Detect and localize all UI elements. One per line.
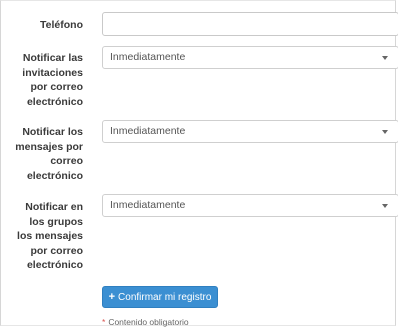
asterisk-icon: *: [102, 317, 106, 327]
notificar-grupos-label: Notificar en los grupos los mensajes por…: [17, 201, 83, 271]
plus-icon: +: [108, 291, 116, 303]
notificar-invitaciones-label: Notificar las invitaciones por correo el…: [22, 52, 83, 108]
notificar-grupos-select[interactable]: Inmediatamente: [102, 194, 398, 217]
caret-down-icon: [382, 130, 388, 134]
selected-value: Inmediatamente: [110, 125, 186, 137]
telefono-label: Teléfono: [40, 19, 83, 31]
caret-down-icon: [382, 204, 388, 208]
telefono-input[interactable]: [102, 12, 398, 36]
selected-value: Inmediatamente: [110, 199, 186, 211]
notificar-mensajes-label: Notificar los mensajes por correo electr…: [15, 126, 83, 182]
registration-form: Teléfono Notificar las invitaciones por …: [0, 0, 398, 327]
selected-value: Inmediatamente: [110, 51, 186, 63]
notificar-invitaciones-select[interactable]: Inmediatamente: [102, 46, 398, 69]
caret-down-icon: [382, 56, 388, 60]
confirmar-registro-button[interactable]: + Confirmar mi registro: [102, 286, 218, 308]
notificar-mensajes-select[interactable]: Inmediatamente: [102, 120, 398, 143]
required-note: * Contenido obligatorio: [102, 317, 189, 327]
